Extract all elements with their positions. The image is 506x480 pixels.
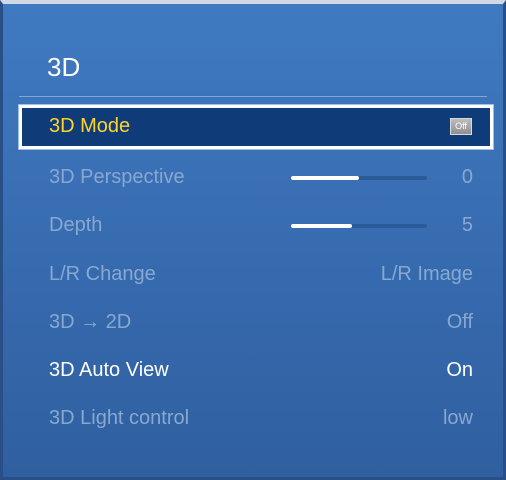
menu-item-label: 3D → 2D [49,311,132,333]
menu-item-value: Off [446,311,473,333]
menu-item-value: 5 [461,214,473,236]
menu-item-3d-auto-view[interactable]: 3D Auto View On [19,349,493,393]
menu-item-depth[interactable]: Depth 5 [19,204,493,248]
menu-item-label: 3D Light control [49,407,190,429]
menu-item-label: 3D Auto View [49,359,169,381]
depth-slider-fill [291,224,353,228]
menu-item-label: L/R Change [49,263,156,285]
menu-item-value: low [442,407,473,429]
menu-item-value: L/R Image [380,263,473,285]
menu-item-3d-light-control[interactable]: 3D Light control low [19,397,493,441]
menu-item-value: 0 [461,166,473,188]
menu-item-value: On [446,359,473,381]
menu-item-label: Depth [49,214,103,236]
depth-slider[interactable] [291,224,427,228]
menu-item-3d-perspective[interactable]: 3D Perspective 0 [19,156,493,200]
menu-item-3d-to-2d[interactable]: 3D → 2D Off [19,301,493,345]
menu-item-lr-change[interactable]: L/R Change L/R Image [19,253,493,297]
3d-menu-panel: 3D 3D Mode Off 3D Perspective 0 Depth 5 … [0,0,506,480]
title-divider [19,96,487,97]
menu-item-label: 3D Mode [49,115,131,137]
off-badge: Off [450,118,472,135]
menu-title: 3D [47,52,81,82]
perspective-slider-fill [291,176,359,180]
menu-item-label: 3D Perspective [49,166,185,188]
perspective-slider[interactable] [291,176,427,180]
menu-item-3d-mode[interactable]: 3D Mode Off [19,105,493,149]
